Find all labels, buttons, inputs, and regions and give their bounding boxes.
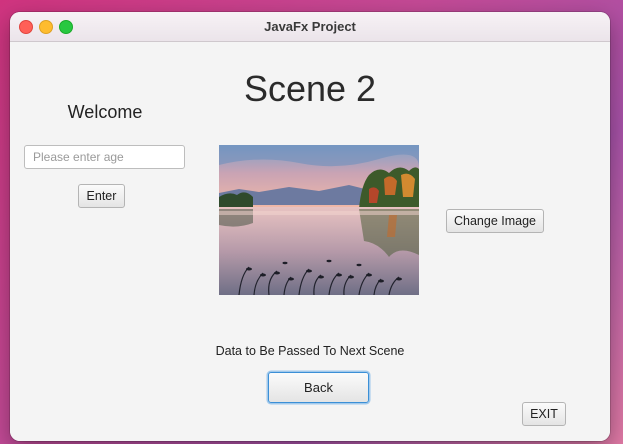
scene-content: Scene 2 Welcome Enter [10,42,610,441]
scene-title: Scene 2 [243,68,377,109]
title-bar[interactable]: JavaFx Project [10,12,610,42]
welcome-label: Welcome [67,102,143,122]
enter-button[interactable]: Enter [78,184,125,208]
landscape-lake-photo [219,145,419,295]
data-label: Data to Be Passed To Next Scene [215,344,405,358]
app-window: JavaFx Project Scene 2 Welcome Enter [10,12,610,441]
exit-button[interactable]: EXIT [522,402,566,426]
age-input[interactable] [24,145,185,169]
change-image-button[interactable]: Change Image [446,209,544,233]
window-title: JavaFx Project [264,19,356,34]
back-button[interactable]: Back [268,372,369,403]
